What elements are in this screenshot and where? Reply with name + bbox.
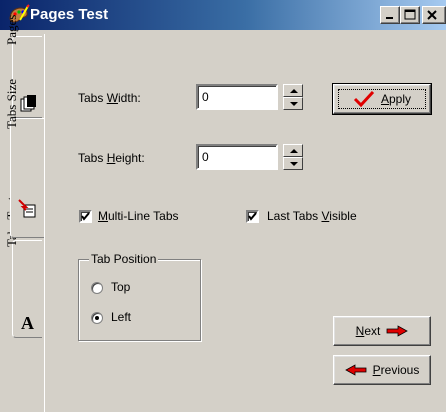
down-arrow-icon: [290, 162, 298, 166]
window-title: Pages Test: [30, 6, 109, 23]
spin-down-button[interactable]: [283, 97, 303, 110]
radio-top-label[interactable]: Top: [111, 280, 130, 294]
next-button-label: Next: [355, 324, 381, 338]
maximize-icon: [404, 9, 416, 20]
tab-pages-label: Pages: [3, 14, 19, 45]
window: Pages Test Pages Tabs Size A Tabs Width:…: [0, 0, 446, 412]
tab-tabs-text[interactable]: Tabs Text A: [4, 197, 42, 338]
close-icon: [427, 10, 437, 20]
spin-down-button[interactable]: [283, 157, 303, 170]
spin-up-button[interactable]: [283, 84, 303, 97]
last-tabs-visible-label[interactable]: Last Tabs Visible: [267, 209, 357, 223]
apply-button[interactable]: Apply: [332, 83, 432, 115]
tabs-width-input[interactable]: [198, 86, 276, 108]
previous-button[interactable]: Previous: [333, 355, 431, 385]
tab-strip: Pages Tabs Size Tabs Text A: [0, 15, 44, 412]
tabs-height-label: Tabs Height:: [78, 151, 145, 165]
tab-position-group: Tab Position Top Left: [78, 252, 201, 341]
radio-selected-dot: [95, 316, 99, 320]
tabs-width-field[interactable]: [196, 84, 278, 110]
check-mark-icon: [248, 212, 257, 221]
next-button[interactable]: Next: [333, 316, 431, 346]
resize-page-icon: [17, 199, 35, 218]
minimize-button[interactable]: [380, 6, 400, 24]
multiline-tabs-label[interactable]: Multi-Line Tabs: [98, 209, 179, 223]
multiline-tabs-checkbox[interactable]: [79, 210, 92, 223]
check-mark-icon: [81, 212, 90, 221]
pages-icon: [20, 95, 36, 112]
maximize-button[interactable]: [400, 6, 420, 24]
right-arrow-icon: [386, 325, 409, 337]
radio-left-label[interactable]: Left: [111, 310, 131, 324]
font-a-icon: A: [21, 313, 34, 333]
close-button[interactable]: [422, 6, 446, 24]
apply-button-label: Apply: [380, 92, 412, 106]
tab-position-title: Tab Position: [89, 252, 159, 266]
last-tabs-visible-checkbox[interactable]: [246, 210, 259, 223]
tabs-height-input[interactable]: [198, 146, 276, 168]
tabs-width-label: Tabs Width:: [78, 91, 141, 105]
tabs-height-field[interactable]: [196, 144, 278, 170]
radio-top[interactable]: [91, 282, 103, 294]
title-bar[interactable]: Pages Test: [0, 0, 446, 30]
up-arrow-icon: [290, 89, 298, 93]
tabs-width-spinner[interactable]: [283, 84, 303, 110]
tabs-height-spinner[interactable]: [283, 144, 303, 170]
radio-left[interactable]: [91, 312, 103, 324]
down-arrow-icon: [290, 102, 298, 106]
minimize-icon: [386, 17, 393, 19]
tab-tabs-size-label: Tabs Size: [3, 79, 19, 129]
spin-up-button[interactable]: [283, 144, 303, 157]
tab-tabs-size[interactable]: Tabs Size: [4, 79, 44, 238]
checkmark-icon: [353, 91, 375, 107]
up-arrow-icon: [290, 149, 298, 153]
previous-button-label: Previous: [372, 363, 420, 377]
left-arrow-icon: [344, 364, 367, 376]
